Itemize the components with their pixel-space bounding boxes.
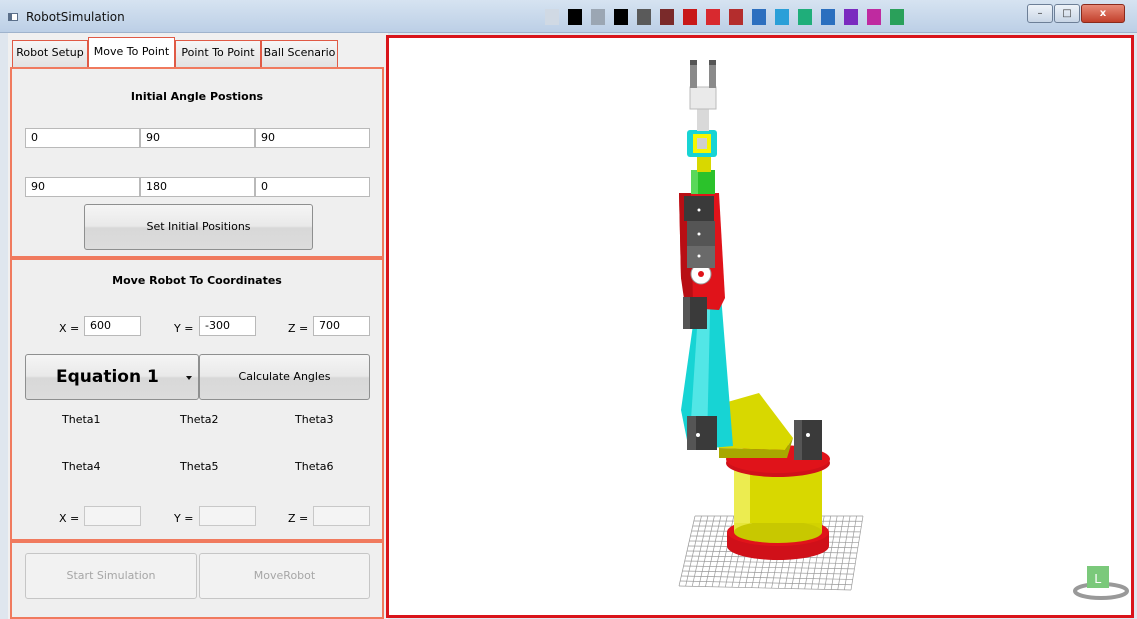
angle-input-1[interactable]: 0: [25, 128, 140, 148]
palette-swatch: [637, 9, 651, 25]
window-title: RobotSimulation: [26, 10, 125, 24]
palette-swatch: [775, 9, 789, 25]
chevron-down-icon: [186, 376, 192, 380]
initial-angles-title: Initial Angle Postions: [130, 90, 264, 103]
tab-robot-setup[interactable]: Robot Setup: [12, 40, 88, 67]
palette-swatch: [729, 9, 743, 25]
title-bar: RobotSimulation – □ x: [0, 0, 1137, 33]
tab-ball-scenario[interactable]: Ball Scenario: [261, 40, 338, 67]
app-icon: [8, 13, 18, 21]
start-simulation-button[interactable]: Start Simulation: [25, 553, 197, 599]
robot-3d-viewport[interactable]: L: [386, 35, 1134, 618]
tab-move-to-point[interactable]: Move To Point: [88, 37, 175, 68]
palette-swatch: [591, 9, 605, 25]
palette-swatch: [568, 9, 582, 25]
theta4-label: Theta4: [62, 460, 101, 473]
palette-swatch: [821, 9, 835, 25]
angle-input-6[interactable]: 0: [255, 177, 370, 197]
palette-swatch: [798, 9, 812, 25]
shoulder-motor: [687, 416, 717, 450]
palette-swatch: [660, 9, 674, 25]
result-z-field: [313, 506, 370, 526]
z-input[interactable]: 700: [313, 316, 370, 336]
theta3-label: Theta3: [295, 413, 334, 426]
theta5-label: Theta5: [180, 460, 219, 473]
result-y-field: [199, 506, 256, 526]
palette-swatch: [706, 9, 720, 25]
y-input[interactable]: -300: [199, 316, 256, 336]
wrist-link: [691, 170, 715, 194]
angle-input-2[interactable]: 90: [140, 128, 255, 148]
result-x-label: X =: [59, 512, 80, 525]
theta6-label: Theta6: [295, 460, 334, 473]
view-cube-label: L: [1094, 571, 1101, 586]
set-initial-positions-button[interactable]: Set Initial Positions: [84, 204, 313, 250]
close-button[interactable]: x: [1081, 4, 1125, 23]
tab-point-to-point[interactable]: Point To Point: [175, 40, 261, 67]
palette-swatch: [614, 9, 628, 25]
view-cube[interactable]: L: [1073, 566, 1129, 600]
base-motor: [794, 420, 822, 460]
window-controls: – □ x: [1026, 4, 1125, 23]
initial-angles-panel: Initial Angle Postions 0 90 90 90 180 0 …: [10, 67, 384, 258]
equation-select[interactable]: Equation 1: [25, 354, 199, 400]
minimize-button[interactable]: –: [1027, 4, 1053, 23]
gripper: [689, 60, 717, 131]
palette-swatch: [844, 9, 858, 25]
x-label: X =: [59, 322, 80, 335]
result-y-label: Y =: [174, 512, 194, 525]
palette-swatch: [890, 9, 904, 25]
actions-panel: Start Simulation MoveRobot: [10, 541, 384, 619]
angle-input-4[interactable]: 90: [25, 177, 140, 197]
angle-input-3[interactable]: 90: [255, 128, 370, 148]
maximize-button[interactable]: □: [1054, 4, 1080, 23]
result-x-field: [84, 506, 141, 526]
robot-base: [726, 445, 830, 560]
theta1-label: Theta1: [62, 413, 101, 426]
palette-swatch: [867, 9, 881, 25]
wrist-joint: [687, 130, 717, 172]
control-pane: Robot Setup Move To Point Point To Point…: [8, 33, 388, 619]
palette-swatch: [545, 9, 559, 25]
z-label: Z =: [288, 322, 309, 335]
x-input[interactable]: 600: [84, 316, 141, 336]
move-robot-button[interactable]: MoveRobot: [199, 553, 370, 599]
move-to-title: Move Robot To Coordinates: [112, 274, 282, 287]
palette-swatch: [683, 9, 697, 25]
result-z-label: Z =: [288, 512, 309, 525]
equation-selected-value: Equation 1: [56, 367, 159, 387]
angle-input-5[interactable]: 180: [140, 177, 255, 197]
move-to-coordinates-panel: Move Robot To Coordinates X = 600 Y = -3…: [10, 258, 384, 541]
robot-scene: L: [678, 60, 1129, 600]
palette-swatch: [752, 9, 766, 25]
calculate-angles-button[interactable]: Calculate Angles: [199, 354, 370, 400]
theta2-label: Theta2: [180, 413, 219, 426]
y-label: Y =: [174, 322, 194, 335]
